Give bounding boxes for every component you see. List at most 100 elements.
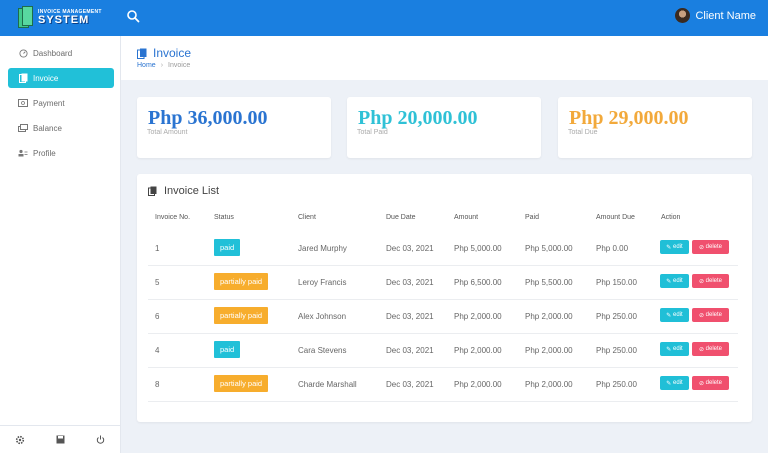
table-row: 5 partially paid Leroy Francis Dec 03, 2… bbox=[148, 266, 738, 300]
money-icon bbox=[18, 123, 28, 133]
sidebar-item-label: Payment bbox=[33, 98, 65, 108]
paid: Php 2,000.00 bbox=[525, 312, 573, 321]
due-date: Dec 03, 2021 bbox=[386, 312, 434, 321]
column-header-paid[interactable]: Paid bbox=[525, 214, 539, 221]
document-icon bbox=[148, 186, 157, 196]
edit-button[interactable]: ✎ edit bbox=[660, 240, 689, 254]
edit-button[interactable]: ✎ edit bbox=[660, 376, 689, 390]
client-name: Leroy Francis bbox=[298, 278, 347, 287]
status-badge: paid bbox=[214, 239, 241, 256]
breadcrumb: Home › Invoice bbox=[137, 62, 190, 69]
column-header-action: Action bbox=[661, 214, 681, 221]
avatar bbox=[675, 8, 691, 23]
delete-button[interactable]: ⊘ delete bbox=[692, 308, 729, 322]
payment-icon bbox=[18, 98, 28, 108]
sidebar-item-label: Invoice bbox=[33, 73, 59, 83]
amount: Php 6,500.00 bbox=[454, 278, 502, 287]
paid: Php 2,000.00 bbox=[525, 346, 573, 355]
column-header-invoice-no[interactable]: Invoice No. bbox=[155, 214, 190, 221]
stat-card-total-amount: Php 36,000.00 Total Amount bbox=[137, 97, 331, 158]
client-name: Jared Murphy bbox=[298, 244, 347, 253]
amount-due: Php 150.00 bbox=[596, 278, 637, 287]
invoice-no: 6 bbox=[155, 312, 160, 321]
invoice-list-title: Invoice List bbox=[164, 185, 220, 197]
column-header-due-date[interactable]: Due Date bbox=[386, 214, 416, 221]
delete-button[interactable]: ⊘ delete bbox=[692, 342, 729, 356]
logo-icon bbox=[18, 6, 34, 30]
profile-icon bbox=[18, 148, 28, 158]
edit-button[interactable]: ✎ edit bbox=[660, 308, 689, 322]
client-name: Alex Johnson bbox=[298, 312, 347, 321]
app-logo[interactable]: INVOICE MANAGEMENT SYSTEM bbox=[18, 5, 114, 31]
client-name: Charde Marshall bbox=[298, 380, 357, 389]
sidebar-item-invoice[interactable]: Invoice bbox=[8, 68, 114, 88]
due-date: Dec 03, 2021 bbox=[386, 380, 434, 389]
stat-label: Total Amount bbox=[147, 129, 188, 136]
chevron-right-icon: › bbox=[160, 62, 164, 69]
amount: Php 2,000.00 bbox=[454, 346, 502, 355]
paid: Php 5,000.00 bbox=[525, 244, 573, 253]
floppy-icon[interactable] bbox=[55, 435, 65, 445]
column-header-client[interactable]: Client bbox=[298, 214, 316, 221]
table-row: 4 paid Cara Stevens Dec 03, 2021 Php 2,0… bbox=[148, 334, 738, 368]
logo-line2: SYSTEM bbox=[38, 14, 90, 26]
amount-due: Php 250.00 bbox=[596, 312, 637, 321]
sidebar: Dashboard Invoice Payment Balance Profil… bbox=[0, 36, 121, 453]
sidebar-item-label: Balance bbox=[33, 123, 62, 133]
due-date: Dec 03, 2021 bbox=[386, 244, 434, 253]
table-row: 1 paid Jared Murphy Dec 03, 2021 Php 5,0… bbox=[148, 232, 738, 266]
stat-card-total-paid: Php 20,000.00 Total Paid bbox=[347, 97, 541, 158]
top-bar: INVOICE MANAGEMENT SYSTEM Client Name bbox=[0, 0, 768, 36]
stat-amount: Php 20,000.00 bbox=[358, 107, 478, 129]
status-badge: partially paid bbox=[214, 273, 269, 290]
delete-button[interactable]: ⊘ delete bbox=[692, 376, 729, 390]
amount: Php 5,000.00 bbox=[454, 244, 502, 253]
table-row: 6 partially paid Alex Johnson Dec 03, 20… bbox=[148, 300, 738, 334]
amount-due: Php 250.00 bbox=[596, 380, 637, 389]
invoice-no: 8 bbox=[155, 380, 160, 389]
stat-amount: Php 36,000.00 bbox=[148, 107, 268, 129]
status-badge: partially paid bbox=[214, 375, 269, 392]
gear-icon[interactable] bbox=[15, 435, 25, 445]
amount-due: Php 250.00 bbox=[596, 346, 637, 355]
dashboard-icon bbox=[18, 48, 28, 58]
sidebar-item-label: Dashboard bbox=[33, 48, 73, 58]
delete-button[interactable]: ⊘ delete bbox=[692, 274, 729, 288]
delete-button[interactable]: ⊘ delete bbox=[692, 240, 729, 254]
stat-label: Total Paid bbox=[357, 129, 388, 136]
invoice-no: 4 bbox=[155, 346, 160, 355]
status-badge: partially paid bbox=[214, 307, 269, 324]
power-icon[interactable] bbox=[96, 435, 106, 445]
invoice-list-card: Invoice List Invoice No. Status Client D… bbox=[137, 174, 752, 422]
column-header-amount[interactable]: Amount bbox=[454, 214, 478, 221]
sidebar-item-balance[interactable]: Balance bbox=[8, 118, 114, 138]
due-date: Dec 03, 2021 bbox=[386, 346, 434, 355]
due-date: Dec 03, 2021 bbox=[386, 278, 434, 287]
search-icon[interactable] bbox=[126, 9, 142, 25]
breadcrumb-current: Invoice bbox=[168, 62, 191, 69]
table-row: 8 partially paid Charde Marshall Dec 03,… bbox=[148, 368, 738, 402]
user-name: Client Name bbox=[695, 9, 756, 22]
invoice-no: 5 bbox=[155, 278, 160, 287]
stat-amount: Php 29,000.00 bbox=[569, 107, 689, 129]
column-header-status[interactable]: Status bbox=[214, 214, 234, 221]
stat-card-total-due: Php 29,000.00 Total Due bbox=[558, 97, 752, 158]
client-name: Cara Stevens bbox=[298, 346, 347, 355]
amount: Php 2,000.00 bbox=[454, 380, 502, 389]
sidebar-item-dashboard[interactable]: Dashboard bbox=[8, 43, 114, 63]
edit-button[interactable]: ✎ edit bbox=[660, 342, 689, 356]
sidebar-footer bbox=[0, 425, 121, 453]
breadcrumb-home[interactable]: Home bbox=[137, 62, 156, 69]
page-header: Invoice Home › Invoice bbox=[121, 36, 768, 80]
document-icon bbox=[18, 73, 28, 83]
amount: Php 2,000.00 bbox=[454, 312, 502, 321]
user-menu[interactable]: Client Name bbox=[675, 8, 756, 23]
column-header-amount-due[interactable]: Amount Due bbox=[596, 214, 635, 221]
paid: Php 2,000.00 bbox=[525, 380, 573, 389]
edit-button[interactable]: ✎ edit bbox=[660, 274, 689, 288]
document-icon bbox=[137, 48, 147, 59]
sidebar-item-payment[interactable]: Payment bbox=[8, 93, 114, 113]
status-badge: paid bbox=[214, 341, 241, 358]
sidebar-item-label: Profile bbox=[33, 148, 56, 158]
sidebar-item-profile[interactable]: Profile bbox=[8, 143, 114, 163]
